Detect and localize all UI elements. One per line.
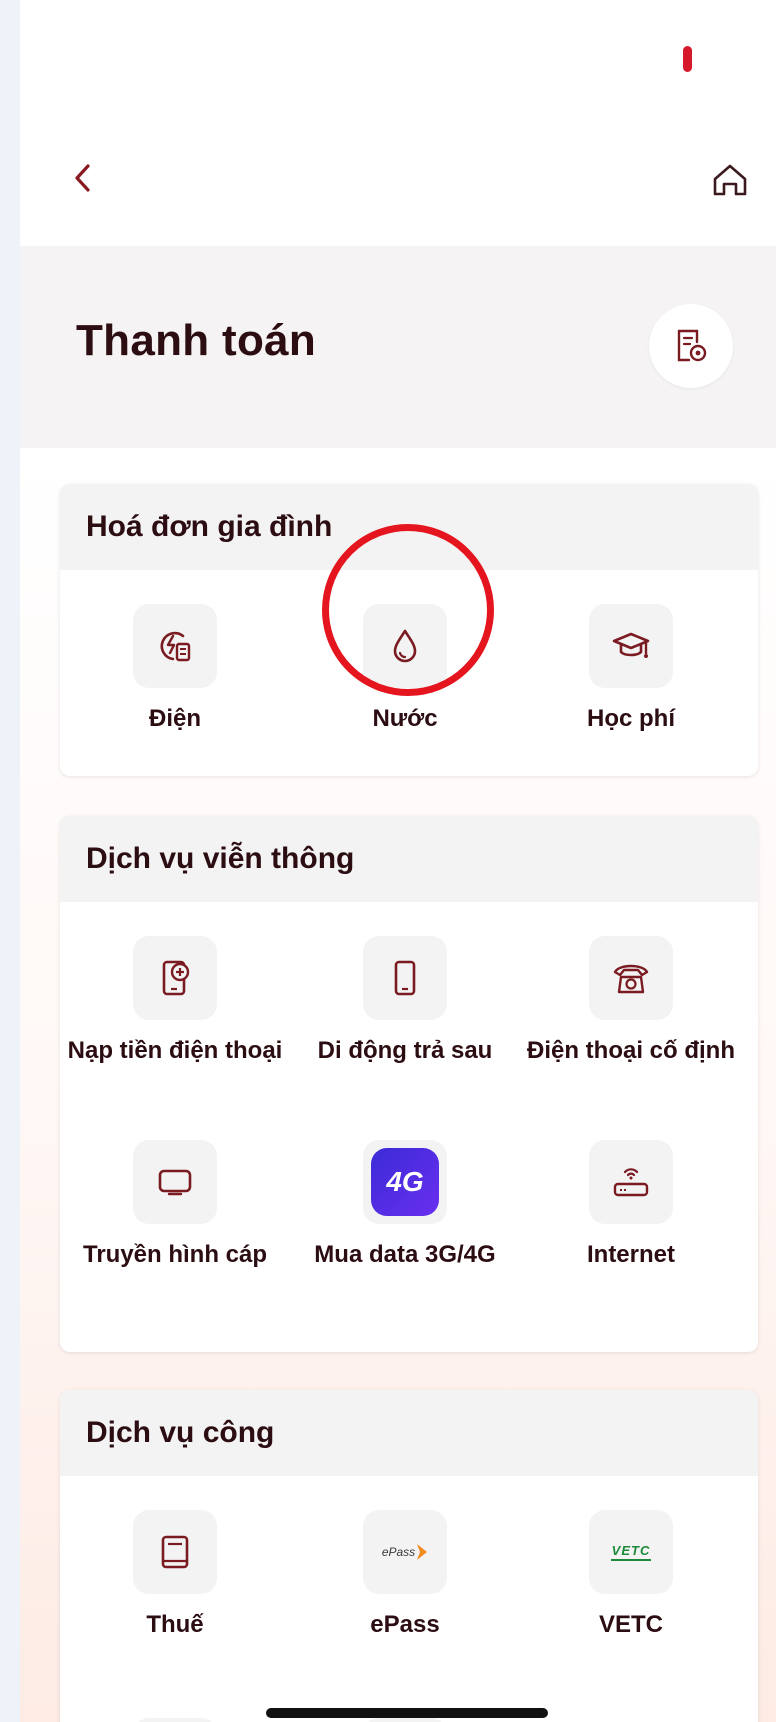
epass-logo-text: ePass — [381, 1545, 416, 1559]
phone-topup-icon — [162, 960, 190, 996]
item-label: Điện thoại cố định — [527, 1037, 735, 1064]
section-title: Dịch vụ công — [60, 1390, 758, 1476]
vetc-item[interactable]: VETC VETC — [516, 1510, 746, 1644]
mobile-phone-icon — [394, 960, 416, 996]
item-label: Internet — [586, 1241, 675, 1268]
vetc-tile: VETC — [589, 1510, 673, 1594]
landline-tile — [589, 936, 673, 1020]
public-services-card: Dịch vụ công Thuế ePass ePass VETC VETC — [60, 1390, 758, 1722]
bill-settings-button[interactable] — [649, 304, 733, 388]
electricity-bill-icon — [160, 631, 191, 662]
item-label: Nước — [372, 705, 438, 732]
section-title: Hoá đơn gia đình — [60, 484, 758, 570]
item-label: Thuế — [146, 1611, 204, 1638]
chevron-left-icon — [75, 164, 90, 192]
section-title: Dịch vụ viễn thông — [60, 816, 758, 902]
recording-indicator — [683, 46, 692, 72]
document-settings-icon — [677, 329, 707, 362]
landline-phone-icon — [613, 964, 649, 994]
public-service-item-extra-2[interactable] — [290, 1718, 520, 1722]
public-service-item-extra-1[interactable] — [60, 1718, 290, 1722]
home-button[interactable] — [710, 160, 750, 200]
cable-tv-item[interactable]: Truyền hình cáp — [60, 1140, 290, 1274]
app-screen: Thanh toán Hoá đơn gia đình Điện Nước Họ… — [20, 0, 776, 1722]
vetc-underline — [611, 1559, 651, 1561]
home-icon — [713, 164, 747, 196]
item-label: VETC — [598, 1611, 663, 1638]
electricity-tile — [133, 604, 217, 688]
electricity-bill-item[interactable]: Điện — [60, 604, 290, 738]
4g-icon: 4G — [371, 1148, 439, 1216]
extra-tile-1 — [133, 1718, 217, 1722]
tuition-tile — [589, 604, 673, 688]
postpaid-mobile-item[interactable]: Di động trả sau — [290, 936, 520, 1070]
telecom-services-card: Dịch vụ viễn thông Nạp tiền điện thoại D… — [60, 816, 758, 1352]
water-drop-icon — [393, 629, 417, 663]
home-indicator[interactable] — [266, 1708, 548, 1718]
item-label: ePass — [370, 1611, 440, 1638]
internet-item[interactable]: Internet — [516, 1140, 746, 1274]
top-bar — [20, 0, 776, 246]
page-title: Thanh toán — [76, 316, 317, 365]
household-bills-card: Hoá đơn gia đình Điện Nước Học phí — [60, 484, 758, 776]
arrow-right-icon — [417, 1544, 428, 1560]
graduation-cap-icon — [612, 632, 650, 658]
vetc-logo-icon: VETC — [611, 1543, 651, 1561]
tax-item[interactable]: Thuế — [60, 1510, 290, 1644]
phone-topup-tile — [133, 936, 217, 1020]
router-icon — [613, 1168, 649, 1197]
water-bill-item[interactable]: Nước — [290, 604, 520, 738]
epass-item[interactable]: ePass ePass — [290, 1510, 520, 1644]
epass-tile: ePass — [363, 1510, 447, 1594]
item-label: Truyền hình cáp — [82, 1241, 268, 1268]
tuition-fee-item[interactable]: Học phí — [516, 604, 746, 738]
water-tile — [363, 604, 447, 688]
extra-tile-2 — [363, 1718, 447, 1722]
phone-topup-item[interactable]: Nạp tiền điện thoại — [60, 936, 290, 1070]
4g-badge-text: 4G — [386, 1166, 424, 1197]
postpaid-tile — [363, 936, 447, 1020]
tax-tile — [133, 1510, 217, 1594]
vetc-logo-text: VETC — [611, 1543, 651, 1558]
landline-item[interactable]: Điện thoại cố định — [516, 936, 746, 1070]
item-label: Học phí — [587, 705, 675, 732]
tax-book-icon — [161, 1535, 189, 1569]
data-package-item[interactable]: 4G Mua data 3G/4G — [290, 1140, 520, 1274]
item-label: Di động trả sau — [317, 1037, 493, 1064]
item-label: Điện — [148, 705, 201, 732]
tv-icon — [158, 1169, 192, 1196]
epass-logo-icon: ePass — [382, 1543, 428, 1561]
cable-tv-tile — [133, 1140, 217, 1224]
internet-tile — [589, 1140, 673, 1224]
data-package-tile: 4G — [363, 1140, 447, 1224]
back-button[interactable] — [68, 160, 98, 196]
item-label: Nạp tiền điện thoại — [67, 1037, 283, 1064]
item-label: Mua data 3G/4G — [314, 1241, 496, 1268]
